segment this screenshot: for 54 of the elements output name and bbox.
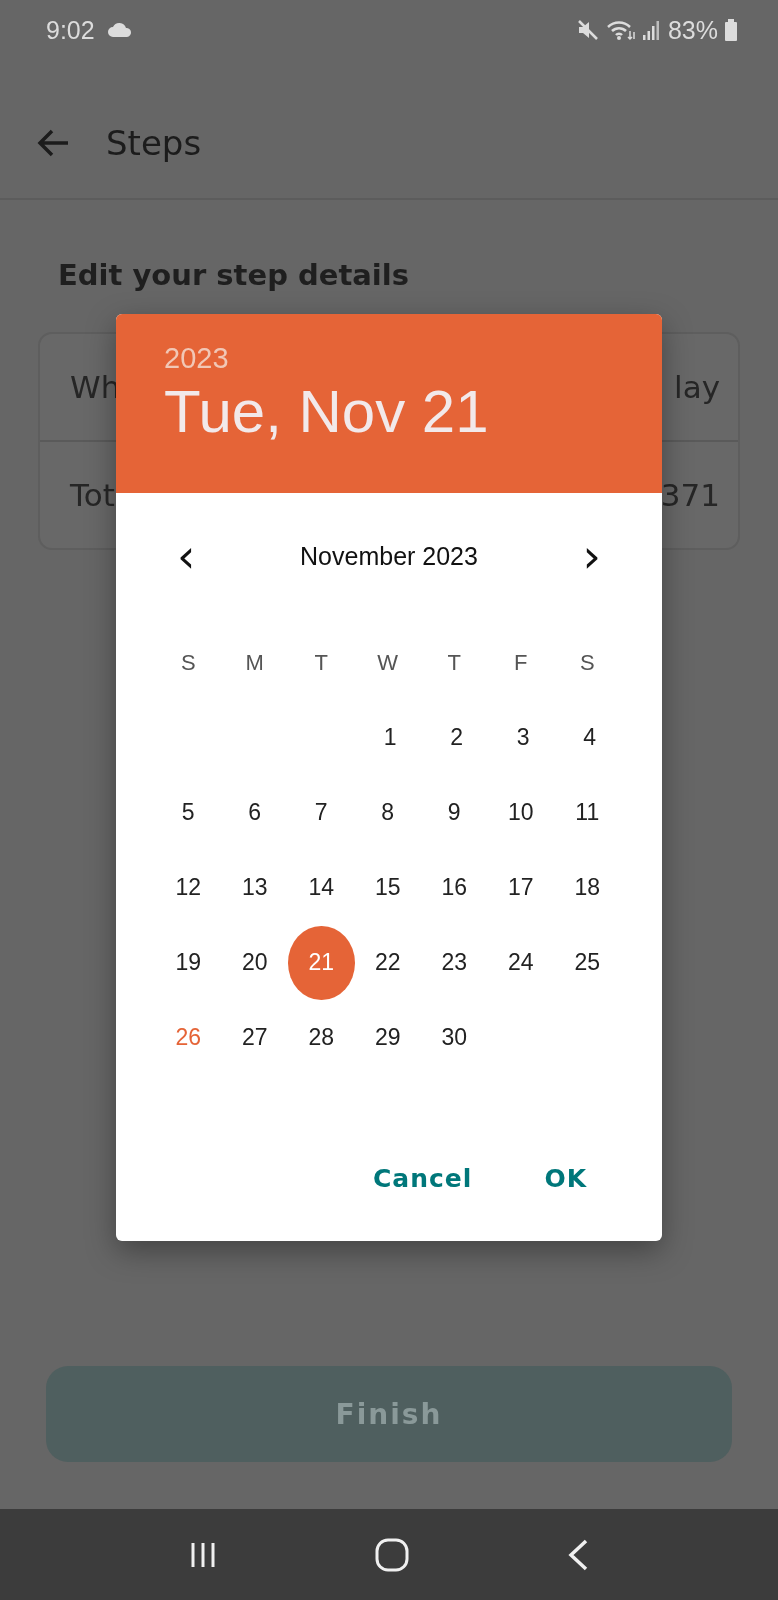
calendar-day[interactable]: 29 [354,1000,421,1075]
month-title: November 2023 [300,541,478,571]
row-value: lay [674,369,720,405]
calendar-day[interactable]: 5 [155,775,222,850]
calendar-day[interactable]: 13 [221,850,288,925]
calendar-day[interactable]: 11 [554,775,621,850]
weekday-label: M [244,649,265,676]
back-arrow-icon[interactable] [36,128,70,158]
mute-icon [575,18,600,42]
calendar-day[interactable]: 23 [421,925,488,1000]
calendar-day[interactable]: 30 [421,1000,488,1075]
row-label: Tot [70,477,115,513]
calendar-day[interactable]: 18 [554,850,621,925]
calendar-day[interactable]: 4 [556,700,623,775]
battery-percentage: 83% [667,15,718,45]
battery-icon [724,18,738,42]
home-icon[interactable] [375,1537,409,1572]
signal-icon [641,19,662,41]
calendar-day[interactable]: 7 [288,775,355,850]
calendar-day[interactable]: 20 [221,925,288,1000]
next-month-button[interactable]: › [570,536,613,576]
weekday-label: S [578,649,596,676]
previous-month-button[interactable]: ‹ [165,536,208,576]
calendar-day[interactable]: 16 [421,850,488,925]
wifi-icon [605,18,636,42]
ok-button[interactable]: OK [528,1156,603,1201]
calendar-day[interactable]: 12 [155,850,222,925]
calendar-day[interactable]: 2 [423,700,490,775]
section-title: Edit your step details [57,258,410,292]
cloud-icon [106,22,133,38]
calendar-day[interactable]: 19 [155,925,222,1000]
weekday-label: F [513,649,529,676]
calendar-day[interactable]: 28 [288,1000,355,1075]
calendar-day[interactable]: 10 [487,775,554,850]
calendar-day[interactable]: 27 [221,1000,288,1075]
row-value: 371 [660,477,720,513]
status-time: 9:02 [46,15,95,45]
calendar-day[interactable]: 3 [490,700,557,775]
calendar-day[interactable]: 15 [354,850,421,925]
calendar-day[interactable]: 8 [354,775,421,850]
screen-title: Steps [106,123,202,163]
cancel-button[interactable]: Cancel [357,1156,489,1201]
weekday-label: W [376,649,400,676]
calendar-day[interactable]: 24 [487,925,554,1000]
weekday-label: T [446,649,462,676]
calendar-day[interactable]: 14 [288,850,355,925]
calendar-day[interactable]: 25 [554,925,621,1000]
calendar-day[interactable]: 9 [421,775,488,850]
calendar-day[interactable]: 22 [354,925,421,1000]
weekday-label: T [313,649,329,676]
calendar-day[interactable]: 1 [357,700,424,775]
calendar-day[interactable]: 17 [487,850,554,925]
calendar-day[interactable]: 6 [221,775,288,850]
weekday-label: S [179,649,197,676]
